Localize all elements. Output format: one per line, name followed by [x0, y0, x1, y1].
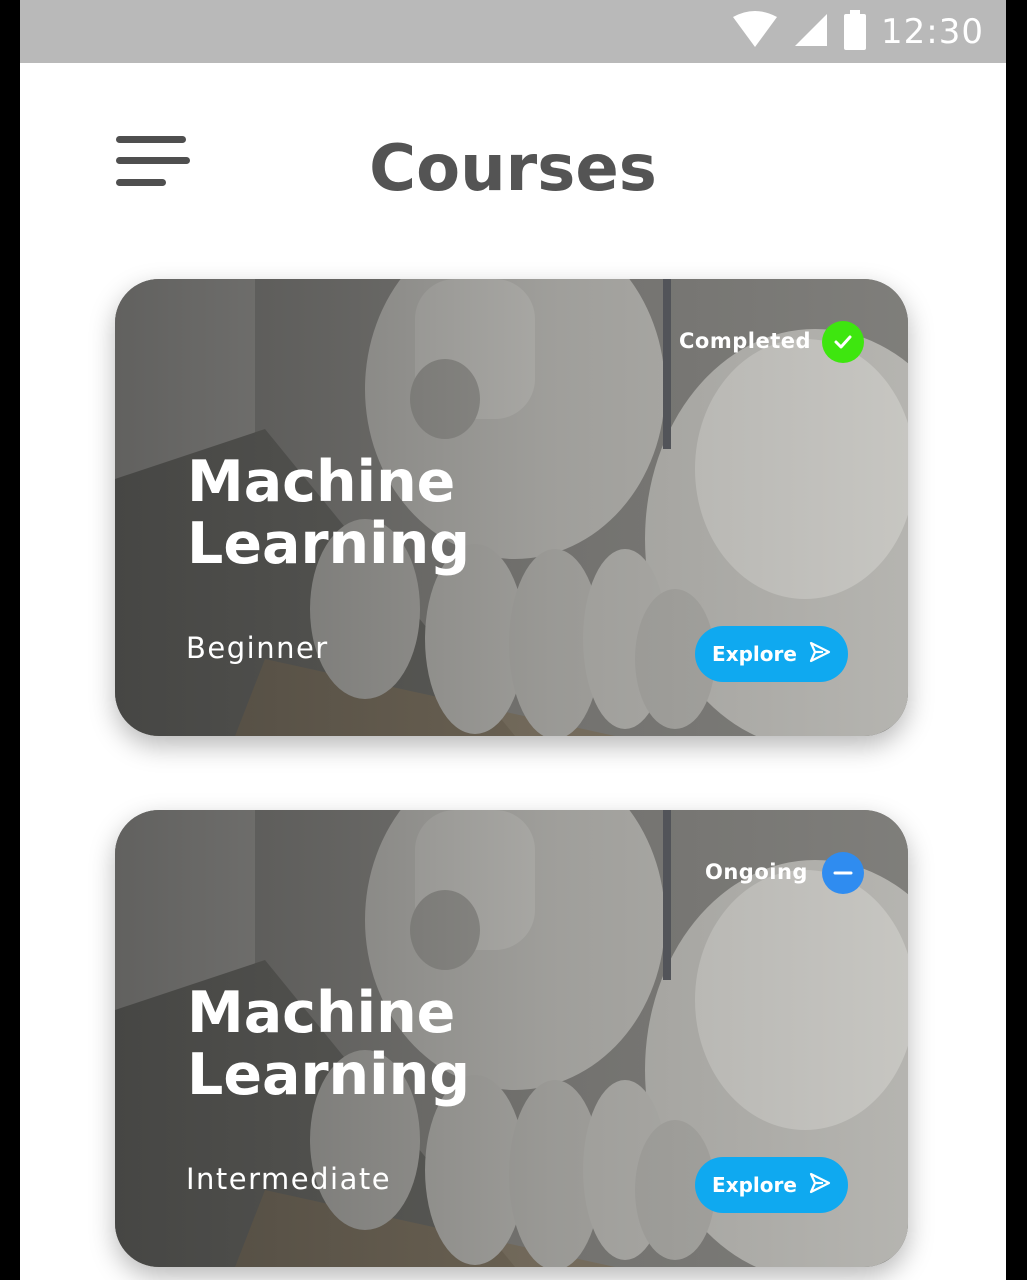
- course-title-line2: Learning: [187, 511, 471, 577]
- send-arrow-icon: [809, 1172, 831, 1198]
- send-arrow-icon: [809, 641, 831, 667]
- minus-icon: [822, 852, 864, 894]
- status-bar: 12:30: [20, 0, 1006, 63]
- page-title: Courses: [369, 132, 657, 206]
- battery-icon: [843, 10, 867, 54]
- course-title-line1: Machine: [187, 449, 456, 515]
- device-frame-left: [0, 0, 20, 1280]
- course-level: Beginner: [186, 631, 329, 665]
- check-icon: [822, 321, 864, 363]
- course-level: Intermediate: [186, 1162, 392, 1196]
- wifi-icon: [731, 11, 779, 53]
- explore-button[interactable]: Explore: [695, 1157, 848, 1213]
- status-icons: 12:30: [731, 10, 984, 54]
- status-label: Completed: [679, 329, 812, 353]
- course-title-line2: Learning: [187, 1042, 471, 1108]
- status-time: 12:30: [881, 12, 984, 52]
- status-label: Ongoing: [705, 860, 808, 884]
- explore-label: Explore: [712, 642, 797, 666]
- app-screen: 12:30 Courses Completed Machine Learning…: [20, 0, 1006, 1280]
- course-title: Machine Learning: [187, 451, 607, 575]
- explore-button[interactable]: Explore: [695, 626, 848, 682]
- course-title-line1: Machine: [187, 980, 456, 1046]
- device-frame-right: [1006, 0, 1027, 1280]
- course-card[interactable]: Completed Machine Learning Beginner Expl…: [115, 279, 908, 736]
- cellular-signal-icon: [793, 12, 829, 52]
- explore-label: Explore: [712, 1173, 797, 1197]
- course-card[interactable]: Ongoing Machine Learning Intermediate Ex…: [115, 810, 908, 1267]
- course-title: Machine Learning: [187, 982, 607, 1106]
